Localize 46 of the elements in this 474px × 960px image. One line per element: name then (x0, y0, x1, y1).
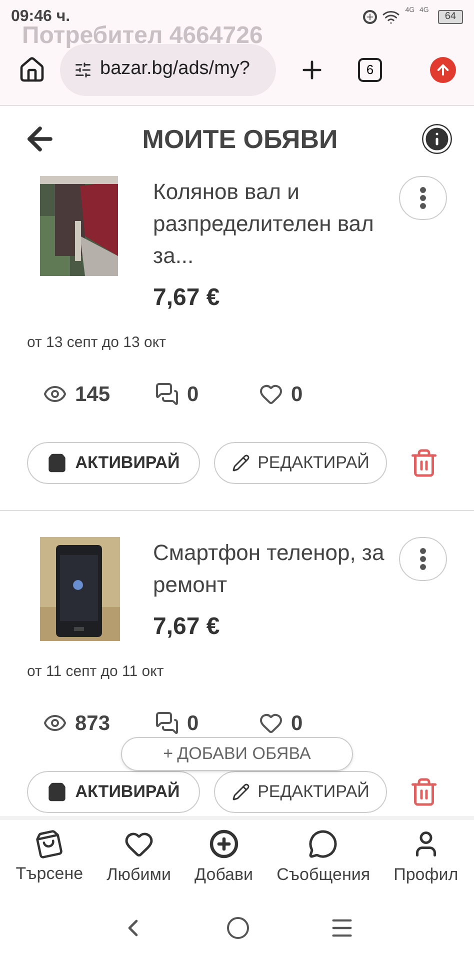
more-icon (420, 187, 426, 209)
tab-count[interactable]: 6 (358, 58, 382, 82)
pencil-icon (232, 454, 250, 472)
plus-circle-icon (208, 828, 239, 859)
wifi-icon (382, 8, 400, 26)
add-ad-button[interactable]: + ДОБАВИ ОБЯВА (121, 737, 353, 771)
more-options-button[interactable] (399, 537, 447, 581)
ad-price: 7,67 € (153, 283, 221, 313)
chat-bubble-icon (308, 828, 338, 859)
nav-tab[interactable]: Любими (106, 828, 171, 888)
more-options-button[interactable] (399, 176, 447, 220)
status-time: 09:46 ч. (11, 7, 70, 25)
ad-title[interactable]: Колянов вал и разпределителен вал за... (153, 176, 399, 272)
messages-count: 0 (187, 710, 200, 736)
ad-title[interactable]: Смартфон теленор, за ремонт (153, 537, 399, 601)
ad-period: от 11 септ до 11 окт (27, 662, 165, 682)
edit-button[interactable]: РЕДАКТИРАЙ (214, 442, 387, 484)
messages-count: 0 (187, 382, 200, 408)
pencil-icon (232, 783, 250, 801)
views-count: 145 (75, 382, 112, 408)
ad-period: от 13 септ до 13 окт (27, 333, 167, 353)
update-icon[interactable] (430, 56, 456, 82)
ad-price: 7,67 € (153, 612, 221, 642)
nav-tab[interactable]: Добави (194, 828, 254, 888)
views-count: 873 (75, 710, 112, 736)
likes-icon (259, 382, 283, 406)
messages-icon (155, 711, 179, 736)
nav-tab[interactable]: Съобщения (276, 828, 370, 888)
activate-button[interactable]: АКТИВИРАЙ (27, 442, 200, 484)
data-saver-icon (363, 10, 378, 24)
activate-button[interactable]: АКТИВИРАЙ (27, 771, 200, 813)
likes-count: 0 (291, 382, 303, 408)
delete-icon[interactable] (409, 448, 439, 478)
battery-level: 64 (438, 10, 463, 24)
delete-icon[interactable] (409, 777, 439, 807)
nav-tab[interactable]: Профил (394, 828, 458, 888)
more-icon (420, 548, 426, 570)
nav-tab[interactable]: Търсене (16, 830, 84, 886)
site-settings-icon (74, 60, 92, 78)
messages-icon (155, 382, 179, 406)
likes-count: 0 (291, 710, 303, 736)
info-icon[interactable] (422, 124, 452, 154)
system-home-icon[interactable] (226, 916, 250, 940)
home-icon[interactable] (18, 56, 46, 84)
likes-icon (259, 711, 283, 736)
page-title: МОИТЕ ОБЯВИ (141, 122, 339, 156)
